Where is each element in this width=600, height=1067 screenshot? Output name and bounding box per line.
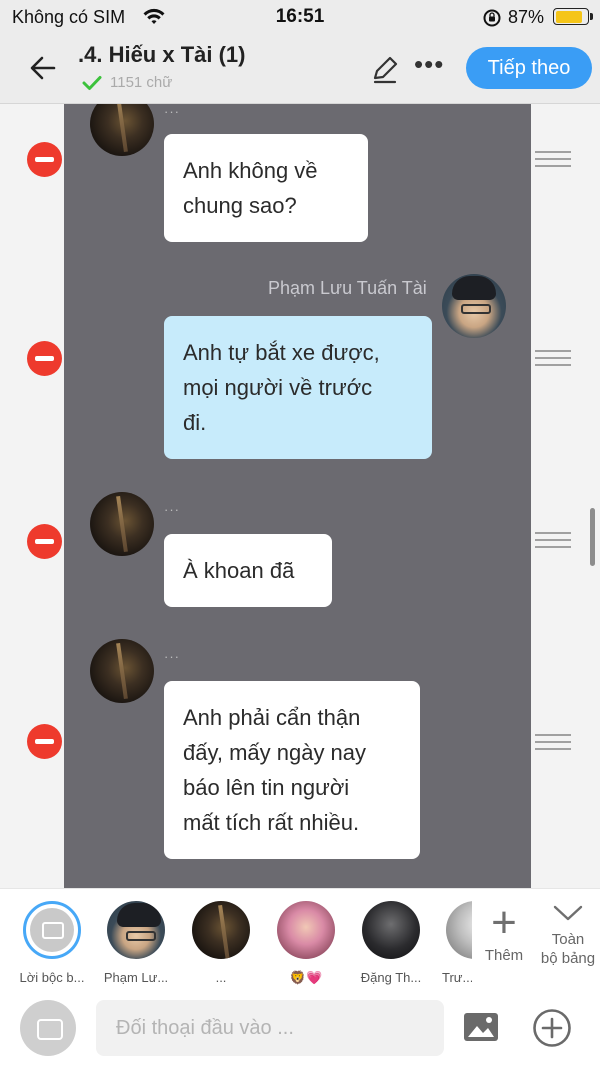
character-avatar <box>446 901 472 959</box>
character-item[interactable]: ... <box>182 901 260 985</box>
composer <box>0 986 600 1067</box>
character-selector: Lời bộc b... Phạm Lư... ... 🦁💗 Đặng Th..… <box>0 888 600 986</box>
more-options-button[interactable]: ••• <box>414 51 454 84</box>
status-bar: Không có SIM 16:51 87% <box>0 0 600 34</box>
word-count: 1151 chữ <box>110 74 173 91</box>
message-bubble[interactable]: Anh không về chung sao? <box>164 134 368 242</box>
message-bubble[interactable]: À khoan đã <box>164 534 332 607</box>
full-board-label: Toàn bộ bảng <box>540 931 596 967</box>
reorder-rail <box>531 104 600 888</box>
delete-message-button[interactable] <box>27 142 62 177</box>
add-circle-icon[interactable] <box>532 1008 572 1048</box>
character-label: Lời bộc b... <box>19 970 85 985</box>
message-bubble[interactable]: Anh tự bắt xe được, mọi người về trước đ… <box>164 316 432 459</box>
rotation-lock-icon <box>483 9 501 27</box>
image-icon[interactable] <box>462 1010 500 1044</box>
character-label: 🦁💗 <box>289 970 323 985</box>
speaker-name-placeholder: ··· <box>164 104 180 119</box>
dialogue-input[interactable] <box>96 1000 444 1056</box>
character-item[interactable]: Phạm Lư... <box>97 901 175 985</box>
back-arrow-icon[interactable] <box>24 48 64 88</box>
chevron-down-icon <box>553 905 583 921</box>
character-item[interactable]: Trư... <box>436 901 472 985</box>
scrollbar[interactable] <box>590 508 595 566</box>
message-bubble[interactable]: Anh phải cẩn thận đấy, mấy ngày nay báo … <box>164 681 420 859</box>
character-narrator[interactable]: Lời bộc b... <box>13 901 91 985</box>
character-avatar <box>277 901 335 959</box>
speaker-name-placeholder: ··· <box>164 502 180 517</box>
delete-message-button[interactable] <box>27 524 62 559</box>
drag-handle-icon[interactable] <box>535 532 571 550</box>
delete-message-button[interactable] <box>27 341 62 376</box>
checkmark-icon <box>82 75 102 90</box>
edit-pencil-icon[interactable] <box>368 52 402 86</box>
chapter-title[interactable]: .4. Hiếu x Tài (1) <box>78 42 246 68</box>
character-avatar <box>362 901 420 959</box>
character-label: Trư... <box>442 970 472 985</box>
drag-handle-icon[interactable] <box>535 151 571 169</box>
battery-icon <box>553 8 593 25</box>
full-board-button[interactable]: Toàn bộ bảng <box>536 903 600 968</box>
character-item[interactable]: Đặng Th... <box>352 901 430 985</box>
next-button[interactable]: Tiếp theo <box>466 47 592 89</box>
header: .4. Hiếu x Tài (1) 1151 chữ ••• Tiếp the… <box>0 34 600 104</box>
plus-icon: + <box>491 898 517 947</box>
delete-rail <box>0 104 64 888</box>
drag-handle-icon[interactable] <box>535 734 571 752</box>
speaker-name-placeholder: ··· <box>164 649 180 664</box>
character-avatar <box>192 901 250 959</box>
add-character-button[interactable]: + Thêm <box>478 898 530 965</box>
narration-toggle-button[interactable] <box>20 1000 76 1056</box>
script-editor[interactable]: ··· Anh không về chung sao? Phạm Lưu Tuấ… <box>0 104 600 888</box>
word-count-status: 1151 chữ <box>82 74 172 91</box>
character-label: Phạm Lư... <box>103 970 169 985</box>
narration-icon <box>30 908 74 952</box>
character-label: Đặng Th... <box>360 970 422 985</box>
add-character-label: Thêm <box>484 947 524 964</box>
speaker-avatar[interactable] <box>90 492 154 556</box>
speaker-name: Phạm Lưu Tuấn Tài <box>268 278 427 298</box>
battery-percent: 87% <box>508 7 545 27</box>
character-item[interactable]: 🦁💗 <box>267 901 345 986</box>
character-label: ... <box>215 970 227 985</box>
delete-message-button[interactable] <box>27 724 62 759</box>
character-avatar <box>107 901 165 959</box>
drag-handle-icon[interactable] <box>535 350 571 368</box>
speaker-avatar[interactable] <box>442 274 506 338</box>
battery-level-fill <box>555 10 583 23</box>
speaker-avatar[interactable] <box>90 639 154 703</box>
